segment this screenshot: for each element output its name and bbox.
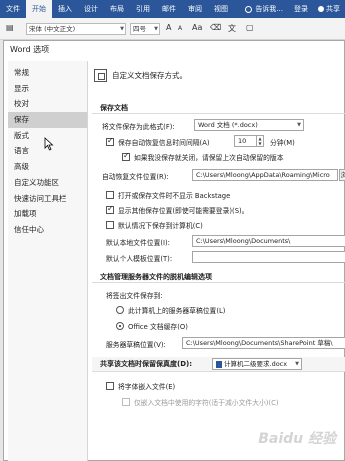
tab-layout[interactable]: 布局 — [104, 0, 130, 18]
nav-item-customize-ribbon[interactable]: 自定义功能区 — [8, 175, 87, 191]
save-doc-icon — [94, 69, 107, 82]
tab-view[interactable]: 视图 — [208, 0, 234, 18]
grow-font-button[interactable]: A — [166, 23, 171, 32]
font-size-value: 四号 — [133, 25, 146, 33]
nav-item-advanced[interactable]: 高级 — [8, 159, 87, 175]
save-options-panel: 自定义文档保存方式。 保存文档 将文件保存为此格式(F): Word 文档 (*… — [92, 61, 345, 461]
tab-insert[interactable]: 插入 — [52, 0, 78, 18]
font-name-value: 宋体 (中文正文) — [29, 25, 76, 33]
mouse-cursor-icon — [44, 137, 54, 151]
template-path-field[interactable] — [192, 251, 345, 263]
minutes-unit: 分钟(M) — [270, 139, 295, 147]
show-other-locations-label: 显示其他保存位置(即使可能需要登录)(S)。 — [118, 207, 249, 215]
format-label: 将文件保存为此格式(F): — [102, 123, 175, 131]
save-to-computer-label: 默认情况下保存到计算机(C) — [118, 222, 203, 230]
nav-item-display[interactable]: 显示 — [8, 81, 87, 97]
chevron-down-icon: ▼ — [154, 26, 158, 32]
office-cache-radio[interactable] — [116, 322, 124, 330]
autorecover-path-field[interactable]: C:\Users\Mloong\AppData\Roaming\Micro — [192, 169, 338, 181]
chevron-down-icon: ▼ — [297, 122, 301, 128]
tab-home[interactable]: 开始 — [26, 0, 52, 18]
nav-item-trust-center[interactable]: 信任中心 — [8, 222, 87, 238]
panel-header: 自定义文档保存方式。 — [112, 71, 187, 80]
word-options-dialog: Word 选项 常规 显示 校对 保存 版式 语言 高级 自定义功能区 快速访问… — [3, 40, 345, 461]
font-toolbar: ▤ 宋体 (中文正文) ▼ 四号 ▼ A A Aa ⌫ 文 ▢ — [0, 18, 345, 40]
nav-item-addins[interactable]: 加载项 — [8, 206, 87, 222]
person-icon — [318, 6, 324, 12]
share-button[interactable]: 共享 — [313, 4, 345, 14]
section-title-offline: 文档管理服务器文件的脱机编辑选项 — [92, 271, 345, 283]
spinner-arrows-icon[interactable]: ▲ ▼ — [256, 136, 263, 146]
login-link[interactable]: 登录 — [289, 4, 313, 14]
ribbon-tabs: 文件 开始 插入 设计 布局 引用 邮件 审阅 视图 告诉我... 登录 共享 — [0, 0, 345, 18]
embed-used-chars-label: 仅嵌入文档中使用的字符(适于减小文件大小)(C) — [134, 399, 279, 407]
nav-item-quick-access[interactable]: 快速访问工具栏 — [8, 191, 87, 207]
autorecover-minutes-spinner[interactable]: 10 ▲ ▼ — [234, 135, 264, 147]
embed-used-chars-checkbox[interactable] — [122, 398, 130, 406]
local-path-value: C:\Users\Mloong\Documents\ — [196, 237, 291, 245]
drafts-path-label: 服务器草稿位置(V): — [106, 341, 166, 349]
lightbulb-icon — [245, 5, 253, 13]
format-value: Word 文档 (*.docx) — [198, 121, 258, 129]
checkout-label: 将签出文件保存到: — [106, 292, 163, 300]
tab-review[interactable]: 审阅 — [182, 0, 208, 18]
chevron-down-icon: ▼ — [295, 361, 299, 367]
doc-icon — [216, 360, 222, 368]
autorecover-checkbox[interactable] — [106, 136, 114, 146]
show-other-locations-checkbox[interactable] — [106, 204, 114, 214]
browse-button[interactable]: 浏 — [339, 169, 345, 181]
keep-last-version-checkbox[interactable] — [122, 151, 130, 161]
nav-item-save[interactable]: 保存 — [8, 112, 87, 128]
local-path-field[interactable]: C:\Users\Mloong\Documents\ — [192, 235, 345, 247]
autorecover-path-label: 自动恢复文件位置(R): — [102, 173, 169, 181]
phonetic-icon[interactable]: 文 — [228, 23, 236, 34]
fidelity-label: 共享该文档时保留保真度(D): — [100, 360, 193, 368]
options-nav: 常规 显示 校对 保存 版式 语言 高级 自定义功能区 快速访问工具栏 加载项 … — [8, 61, 88, 461]
template-path-label: 默认个人模板位置(T): — [106, 255, 173, 263]
fidelity-doc-value: 计算机二级要求.docx — [224, 360, 288, 368]
drafts-path-field[interactable]: C:\Users\Mloong\Documents\SharePoint 草稿\ — [182, 337, 345, 349]
chevron-down-icon: ▼ — [120, 26, 124, 32]
local-path-label: 默认本地文件位置(I): — [106, 239, 170, 247]
tab-references[interactable]: 引用 — [130, 0, 156, 18]
dialog-title: Word 选项 — [10, 45, 50, 54]
fidelity-doc-select[interactable]: 计算机二级要求.docx ▼ — [212, 358, 302, 370]
autorecover-minutes-value: 10 — [238, 137, 247, 145]
hide-backstage-label: 打开或保存文件时不显示 Backstage — [118, 192, 231, 200]
hide-backstage-checkbox[interactable] — [106, 191, 114, 199]
save-to-computer-checkbox[interactable] — [106, 221, 114, 229]
share-label: 共享 — [326, 5, 340, 13]
autorecover-label: 保存自动恢复信息时间间隔(A) — [118, 139, 210, 147]
drafts-path-value: C:\Users\Mloong\Documents\SharePoint 草稿\ — [186, 339, 333, 347]
paste-icon[interactable]: ▤ — [6, 23, 14, 32]
office-cache-label: Office 文档缓存(O) — [128, 323, 188, 331]
server-drafts-radio[interactable] — [116, 306, 124, 314]
section-title-save: 保存文档 — [92, 102, 345, 114]
embed-fonts-label: 将字体嵌入文件(E) — [118, 383, 176, 391]
font-name-select[interactable]: 宋体 (中文正文) ▼ — [26, 23, 126, 35]
char-border-icon[interactable]: ▢ — [246, 23, 254, 32]
shrink-font-button[interactable]: A — [178, 25, 182, 32]
format-select[interactable]: Word 文档 (*.docx) ▼ — [194, 119, 304, 131]
nav-item-general[interactable]: 常规 — [8, 65, 87, 81]
font-size-select[interactable]: 四号 ▼ — [130, 23, 160, 35]
autorecover-path-value: C:\Users\Mloong\AppData\Roaming\Micro — [196, 171, 330, 179]
tell-me-input[interactable]: 告诉我... — [255, 4, 289, 14]
tab-design[interactable]: 设计 — [78, 0, 104, 18]
embed-fonts-checkbox[interactable] — [106, 382, 114, 390]
keep-last-version-label: 如果我没保存就关闭，请保留上次自动保留的版本 — [134, 154, 284, 162]
server-drafts-label: 此计算机上的服务器草稿位置(L) — [128, 307, 226, 315]
nav-item-proofing[interactable]: 校对 — [8, 96, 87, 112]
clear-format-icon[interactable]: ⌫ — [210, 23, 221, 32]
change-case-button[interactable]: Aa — [192, 23, 202, 32]
baidu-watermark: Baidu 经验 — [258, 431, 336, 447]
tab-file[interactable]: 文件 — [0, 0, 26, 18]
tab-mailings[interactable]: 邮件 — [156, 0, 182, 18]
